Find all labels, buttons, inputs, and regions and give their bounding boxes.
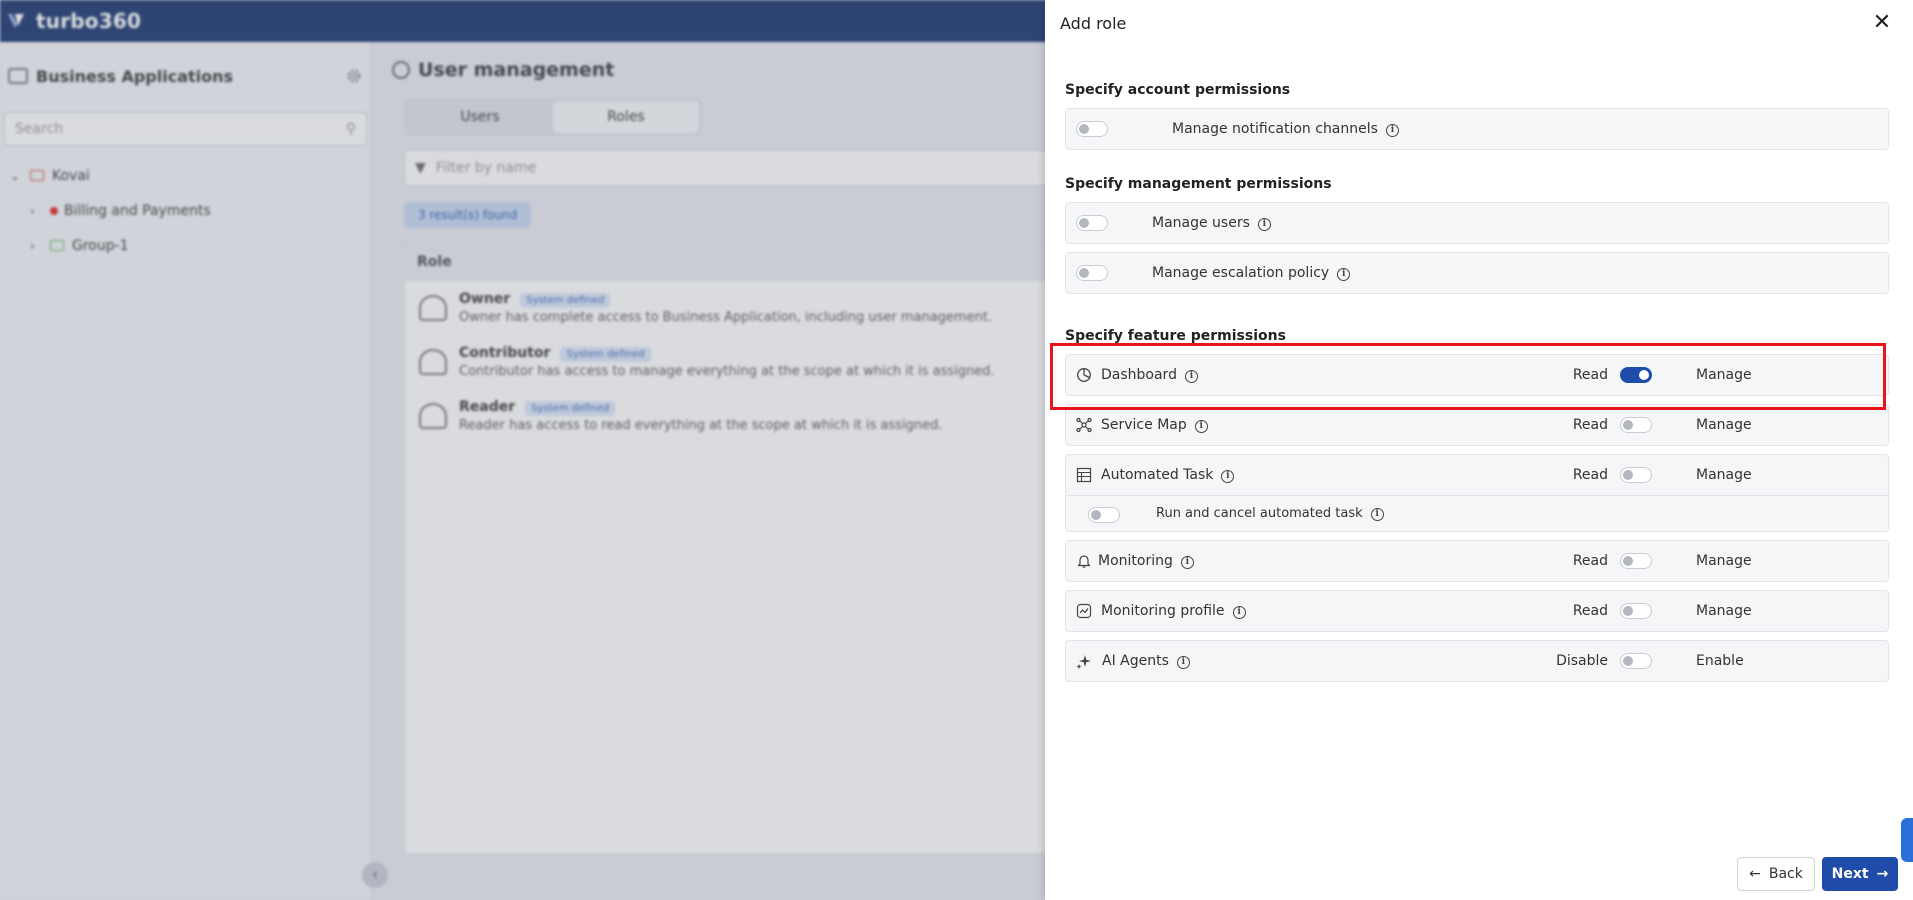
feature-row-monitoring: Monitoring i Read Manage — [1065, 540, 1889, 582]
feature-label-text: Dashboard — [1101, 367, 1177, 383]
manage-escalation-policy-toggle[interactable] — [1076, 265, 1108, 281]
feature-label: Monitoring i — [1098, 553, 1194, 569]
info-icon[interactable]: i — [1257, 218, 1271, 231]
arrow-right-icon: → — [1876, 866, 1889, 882]
feature-row-ai-agents: AI Agents i Disable Enable — [1065, 640, 1889, 682]
feature-label-text: Monitoring profile — [1101, 603, 1225, 619]
account-permissions-heading: Specify account permissions — [1065, 82, 1291, 98]
manage-label: Manage — [1696, 417, 1752, 433]
back-button[interactable]: ← Back — [1737, 857, 1815, 891]
read-label: Read — [1572, 467, 1608, 483]
manage-users-toggle[interactable] — [1076, 215, 1108, 231]
monitoring-profile-icon — [1076, 603, 1092, 619]
read-label: Read — [1572, 417, 1608, 433]
info-icon[interactable]: i — [1385, 124, 1399, 137]
feature-label: AI Agents i — [1102, 653, 1190, 669]
back-button-label: Back — [1768, 866, 1803, 882]
add-role-drawer: Add role ✕ Specify account permissions M… — [1045, 0, 1913, 900]
next-button[interactable]: Next → — [1822, 857, 1898, 891]
feature-row-automated-task: Automated Task i Read Manage Run and canc… — [1065, 454, 1889, 532]
next-button-label: Next — [1831, 866, 1869, 882]
manage-label: Manage — [1696, 603, 1752, 619]
feature-row-dashboard: Dashboard i Read Manage — [1065, 354, 1889, 396]
permission-label-text: Manage escalation policy — [1152, 265, 1330, 281]
arrow-left-icon: ← — [1749, 866, 1761, 882]
sparkle-icon — [1076, 655, 1091, 669]
sub-permission-row: Run and cancel automated task i — [1066, 495, 1888, 533]
disable-label: Disable — [1556, 653, 1608, 669]
close-icon[interactable]: ✕ — [1870, 12, 1894, 36]
info-icon[interactable]: i — [1337, 268, 1351, 281]
dashboard-toggle[interactable] — [1620, 367, 1652, 383]
read-label: Read — [1572, 367, 1608, 383]
feature-label: Dashboard i — [1101, 367, 1198, 383]
manage-label: Manage — [1696, 553, 1752, 569]
feature-row-service-map: Service Map i Read Manage — [1065, 404, 1889, 446]
feature-label-text: Service Map — [1101, 417, 1187, 433]
info-icon[interactable]: i — [1232, 606, 1246, 619]
feedback-side-tab[interactable] — [1901, 818, 1913, 862]
permission-label: Manage notification channels i — [1172, 121, 1399, 137]
monitoring-profile-toggle[interactable] — [1620, 603, 1652, 619]
read-label: Read — [1572, 603, 1608, 619]
feature-label: Automated Task i — [1101, 467, 1235, 483]
read-label: Read — [1572, 553, 1608, 569]
dashboard-icon — [1077, 368, 1091, 382]
permission-label-text: Manage notification channels — [1172, 121, 1378, 137]
info-icon[interactable]: i — [1370, 508, 1384, 521]
info-icon[interactable]: i — [1184, 370, 1198, 383]
drawer-title: Add role — [1060, 14, 1127, 33]
permission-label: Manage escalation policy i — [1152, 265, 1351, 281]
info-icon[interactable]: i — [1221, 470, 1235, 483]
monitoring-toggle[interactable] — [1620, 553, 1652, 569]
sub-permission-label: Run and cancel automated task i — [1156, 506, 1384, 521]
enable-label: Enable — [1696, 653, 1744, 669]
management-permissions-heading: Specify management permissions — [1065, 176, 1332, 192]
feature-label-text: AI Agents — [1102, 653, 1169, 669]
feature-label: Service Map i — [1101, 417, 1208, 433]
service-map-toggle[interactable] — [1620, 417, 1652, 433]
manage-notification-channels-toggle[interactable] — [1076, 121, 1108, 137]
permission-row-manage-users: Manage users i — [1065, 202, 1889, 244]
feature-label-text: Automated Task — [1101, 467, 1214, 483]
permission-label: Manage users i — [1152, 215, 1271, 231]
feature-label-text: Monitoring — [1098, 553, 1173, 569]
permission-label-text: Manage users — [1152, 215, 1250, 231]
run-cancel-automated-task-toggle[interactable] — [1088, 507, 1120, 523]
sub-permission-label-text: Run and cancel automated task — [1156, 506, 1363, 521]
manage-label: Manage — [1696, 367, 1752, 383]
info-icon[interactable]: i — [1180, 556, 1194, 569]
manage-label: Manage — [1696, 467, 1752, 483]
automated-task-toggle[interactable] — [1620, 467, 1652, 483]
service-map-icon — [1076, 417, 1092, 433]
feature-permissions-heading: Specify feature permissions — [1065, 328, 1286, 344]
info-icon[interactable]: i — [1194, 420, 1208, 433]
feature-row-monitoring-profile: Monitoring profile i Read Manage — [1065, 590, 1889, 632]
automated-task-icon — [1076, 467, 1092, 483]
bell-icon — [1077, 555, 1091, 568]
permission-row-notification-channels: Manage notification channels i — [1065, 108, 1889, 150]
ai-agents-toggle[interactable] — [1620, 653, 1652, 669]
feature-label: Monitoring profile i — [1101, 603, 1246, 619]
permission-row-escalation-policy: Manage escalation policy i — [1065, 252, 1889, 294]
info-icon[interactable]: i — [1176, 656, 1190, 669]
